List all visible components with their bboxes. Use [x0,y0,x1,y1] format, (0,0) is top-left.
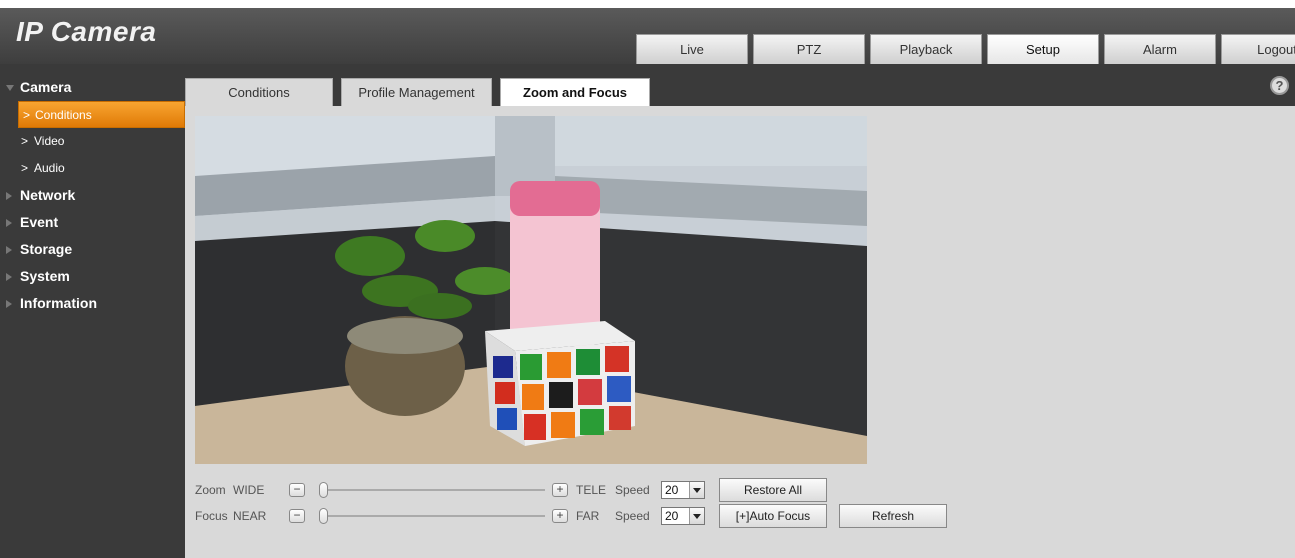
dropdown-arrow-icon [689,482,704,498]
focus-slider[interactable] [319,508,545,524]
focus-speed-label: Speed [615,509,650,523]
auto-focus-label: Auto Focus [749,509,811,523]
sidebar-item-label: Video [34,134,65,148]
collapsed-arrow-icon [6,246,12,254]
focus-label: Focus [195,509,228,523]
zoom-speed-value: 20 [665,483,679,497]
zoom-slider-thumb[interactable] [319,482,328,498]
header-bar: IP Camera Live PTZ Playback Setup Alarm … [0,8,1295,64]
sidebar-group-storage[interactable]: Storage [0,236,185,263]
zoom-focus-controls: Zoom WIDE − + TELE Speed 20 Restore All … [195,478,1285,538]
zoom-label: Zoom [195,483,226,497]
sidebar-group-system[interactable]: System [0,263,185,290]
zoom-plus-button[interactable]: + [552,483,568,497]
tab-profile-management[interactable]: Profile Management [341,78,492,106]
help-icon[interactable]: ? [1270,76,1289,95]
zoom-speed-label: Speed [615,483,650,497]
dropdown-arrow-icon [689,508,704,524]
app-logo: IP Camera [16,16,157,47]
sidebar-item-label: Conditions [35,108,92,122]
sidebar-group-label: Camera [20,79,72,95]
restore-all-button[interactable]: Restore All [719,478,827,502]
sidebar-group-network[interactable]: Network [0,182,185,209]
focus-slider-track [319,515,545,517]
auto-focus-button[interactable]: [+]Auto Focus [719,504,827,528]
focus-row: Focus NEAR − + FAR Speed 20 [+]Auto Focu… [195,504,947,528]
chevron-right-icon: > [21,161,29,175]
sidebar-group-label: Information [20,295,97,311]
nav-tab-logout[interactable]: Logout [1221,34,1295,64]
expanded-arrow-icon [6,85,14,91]
sidebar: Camera > Conditions > Video > Audio Netw… [0,64,185,558]
sidebar-group-label: System [20,268,70,284]
collapsed-arrow-icon [6,273,12,281]
sidebar-group-camera[interactable]: Camera [0,74,185,101]
nav-tab-setup[interactable]: Setup [987,34,1099,64]
focus-near-label: NEAR [233,509,267,523]
sidebar-group-event[interactable]: Event [0,209,185,236]
app-window: IP Camera Live PTZ Playback Setup Alarm … [0,0,1295,558]
zoom-wide-label: WIDE [233,483,265,497]
tab-conditions[interactable]: Conditions [185,78,333,106]
chevron-right-icon: > [23,108,31,122]
nav-tab-ptz[interactable]: PTZ [753,34,865,64]
nav-tab-alarm[interactable]: Alarm [1104,34,1216,64]
sidebar-item-video[interactable]: > Video [0,128,185,155]
zoom-slider[interactable] [319,482,545,498]
sidebar-item-conditions[interactable]: > Conditions [18,101,185,128]
zoom-minus-button[interactable]: − [289,483,305,497]
sub-tabs: Conditions Profile Management Zoom and F… [185,78,658,106]
focus-speed-select[interactable]: 20 [661,507,705,525]
sidebar-item-label: Audio [34,161,65,175]
focus-speed-value: 20 [665,509,679,523]
zoom-row: Zoom WIDE − + TELE Speed 20 Restore All [195,478,827,502]
zoom-slider-track [319,489,545,491]
refresh-button[interactable]: Refresh [839,504,947,528]
auto-focus-icon: [+] [735,509,750,523]
sidebar-group-label: Network [20,187,76,203]
sidebar-item-audio[interactable]: > Audio [0,155,185,182]
sidebar-group-information[interactable]: Information [0,290,185,317]
zoom-tele-label: TELE [576,483,607,497]
focus-far-label: FAR [576,509,600,523]
focus-slider-thumb[interactable] [319,508,328,524]
collapsed-arrow-icon [6,300,12,308]
main-content: Conditions Profile Management Zoom and F… [185,64,1295,558]
zoom-focus-panel: Zoom WIDE − + TELE Speed 20 Restore All … [185,106,1295,558]
focus-minus-button[interactable]: − [289,509,305,523]
chevron-right-icon: > [21,134,29,148]
nav-tab-playback[interactable]: Playback [870,34,982,64]
camera-feed-image [195,116,867,464]
main-nav: Live PTZ Playback Setup Alarm Logout [636,34,1295,64]
sidebar-group-label: Event [20,214,59,230]
collapsed-arrow-icon [6,192,12,200]
sidebar-group-label: Storage [20,241,73,257]
video-preview [195,116,867,464]
zoom-speed-select[interactable]: 20 [661,481,705,499]
collapsed-arrow-icon [6,219,12,227]
focus-plus-button[interactable]: + [552,509,568,523]
top-strip [0,0,1295,8]
nav-tab-live[interactable]: Live [636,34,748,64]
tab-zoom-and-focus[interactable]: Zoom and Focus [500,78,650,106]
